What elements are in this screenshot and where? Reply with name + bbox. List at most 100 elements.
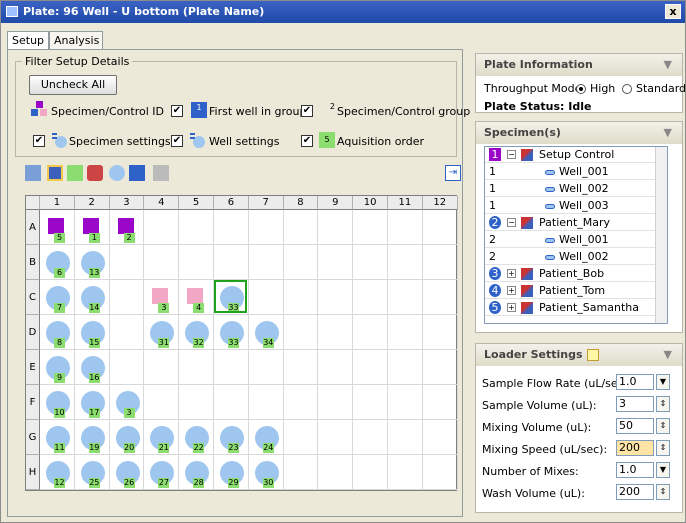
well-F7[interactable] (248, 385, 284, 420)
column-header-1[interactable]: 1 (40, 196, 75, 210)
row-header-A[interactable]: A (26, 210, 40, 245)
row-header-E[interactable]: E (26, 350, 40, 385)
specimens-header[interactable]: Specimen(s) ▼ (476, 122, 682, 144)
well-content-H7[interactable]: 30 (249, 455, 284, 490)
well-A5[interactable] (179, 210, 214, 245)
well-content-C6[interactable]: 33 (214, 280, 249, 315)
column-header-6[interactable]: 6 (214, 196, 249, 210)
expand-icon[interactable]: + (507, 269, 516, 278)
well-H8[interactable] (283, 455, 319, 490)
well-D3[interactable] (109, 315, 145, 350)
acquisition-order-checkbox[interactable]: ✔ (301, 135, 313, 147)
loader-setting-value[interactable]: 50 (616, 418, 654, 434)
well-D10[interactable] (353, 315, 388, 350)
column-header-11[interactable]: 11 (388, 196, 423, 210)
radio-standard[interactable] (622, 84, 632, 94)
column-header-9[interactable]: 9 (318, 196, 354, 210)
well-B10[interactable] (353, 245, 388, 280)
well-content-E2[interactable]: 16 (75, 350, 110, 385)
well-A8[interactable] (283, 210, 319, 245)
well-content-D6[interactable]: 33 (214, 315, 249, 350)
loader-setting-value[interactable]: 1.0 (616, 462, 654, 478)
well-C7[interactable] (248, 280, 284, 315)
well-F9[interactable] (318, 385, 354, 420)
well-F12[interactable] (422, 385, 458, 420)
specimen-row[interactable]: 1− Setup Control (485, 147, 657, 163)
well-content-H6[interactable]: 29 (214, 455, 249, 490)
well-content-C2[interactable]: 14 (75, 280, 110, 315)
specimen-row[interactable]: 4 + Patient_Tom (485, 283, 657, 299)
well-E4[interactable] (144, 350, 180, 385)
well-E6[interactable] (214, 350, 249, 385)
row-header-F[interactable]: F (26, 385, 40, 420)
well-content-H4[interactable]: 27 (144, 455, 179, 490)
dropdown-arrow-icon[interactable]: ▼ (656, 462, 670, 478)
well-A9[interactable] (318, 210, 354, 245)
printer-icon[interactable] (153, 165, 169, 181)
loader-setting-value[interactable]: 200 (616, 440, 654, 456)
well-icon[interactable] (109, 165, 125, 181)
order-icon[interactable] (67, 165, 83, 181)
well-content-C4[interactable]: 3 (144, 280, 179, 315)
well-content-G2[interactable]: 19 (75, 420, 110, 455)
well-E10[interactable] (353, 350, 388, 385)
collapse-icon[interactable]: − (507, 218, 516, 227)
tree-scrollbar[interactable] (655, 147, 667, 323)
tools-icon[interactable] (87, 165, 103, 181)
well-content-D7[interactable]: 34 (249, 315, 284, 350)
well-H10[interactable] (353, 455, 388, 490)
well-content-D1[interactable]: 8 (40, 315, 75, 350)
well-F4[interactable] (144, 385, 180, 420)
well-content-G7[interactable]: 24 (249, 420, 284, 455)
group-checkbox[interactable]: ✔ (301, 105, 313, 117)
spinner-icon[interactable]: ⇕ (656, 440, 670, 456)
well-C8[interactable] (283, 280, 319, 315)
tab-analysis[interactable]: Analysis (49, 31, 103, 49)
well-content-H2[interactable]: 25 (75, 455, 110, 490)
specimen-row[interactable]: 1 Well_002 (485, 181, 657, 197)
well-content-G6[interactable]: 23 (214, 420, 249, 455)
column-header-8[interactable]: 8 (283, 196, 319, 210)
well-B7[interactable] (248, 245, 284, 280)
specimen-row[interactable]: 5 + Patient_Samantha (485, 300, 657, 316)
well-content-A3[interactable]: 2 (110, 210, 145, 245)
well-content-A2[interactable]: 1 (75, 210, 110, 245)
well-F8[interactable] (283, 385, 319, 420)
well-A6[interactable] (214, 210, 249, 245)
column-header-10[interactable]: 10 (353, 196, 388, 210)
well-E11[interactable] (388, 350, 423, 385)
tab-setup[interactable]: Setup (7, 31, 49, 49)
column-header-3[interactable]: 3 (109, 196, 145, 210)
well-D12[interactable] (422, 315, 458, 350)
plate-information-header[interactable]: Plate Information ▼ (476, 54, 682, 76)
well-H12[interactable] (422, 455, 458, 490)
well-G11[interactable] (388, 420, 423, 455)
well-G12[interactable] (422, 420, 458, 455)
specimen-row[interactable]: 2− Patient_Mary (485, 215, 657, 231)
well-content-G5[interactable]: 22 (179, 420, 214, 455)
well-G9[interactable] (318, 420, 354, 455)
well-C9[interactable] (318, 280, 354, 315)
well-content-B1[interactable]: 6 (40, 245, 75, 280)
well-content-H5[interactable]: 28 (179, 455, 214, 490)
specimen-row[interactable]: 2 Well_002 (485, 249, 657, 265)
loader-setting-value[interactable]: 3 (616, 396, 654, 412)
column-header-4[interactable]: 4 (144, 196, 180, 210)
well-B11[interactable] (388, 245, 423, 280)
spinner-icon[interactable]: ⇕ (656, 484, 670, 500)
settings-icon[interactable] (129, 165, 145, 181)
spinner-icon[interactable]: ⇕ (656, 396, 670, 412)
collapse-icon[interactable]: − (507, 150, 516, 159)
close-button[interactable]: x (665, 4, 681, 19)
specimen-row[interactable]: 1 Well_003 (485, 198, 657, 214)
well-F5[interactable] (179, 385, 214, 420)
well-content-F2[interactable]: 17 (75, 385, 110, 420)
copy-icon[interactable] (25, 165, 41, 181)
column-header-5[interactable]: 5 (179, 196, 214, 210)
column-header-12[interactable]: 12 (422, 196, 458, 210)
row-header-B[interactable]: B (26, 245, 40, 280)
well-D11[interactable] (388, 315, 423, 350)
well-E5[interactable] (179, 350, 214, 385)
well-B3[interactable] (109, 245, 145, 280)
well-F11[interactable] (388, 385, 423, 420)
